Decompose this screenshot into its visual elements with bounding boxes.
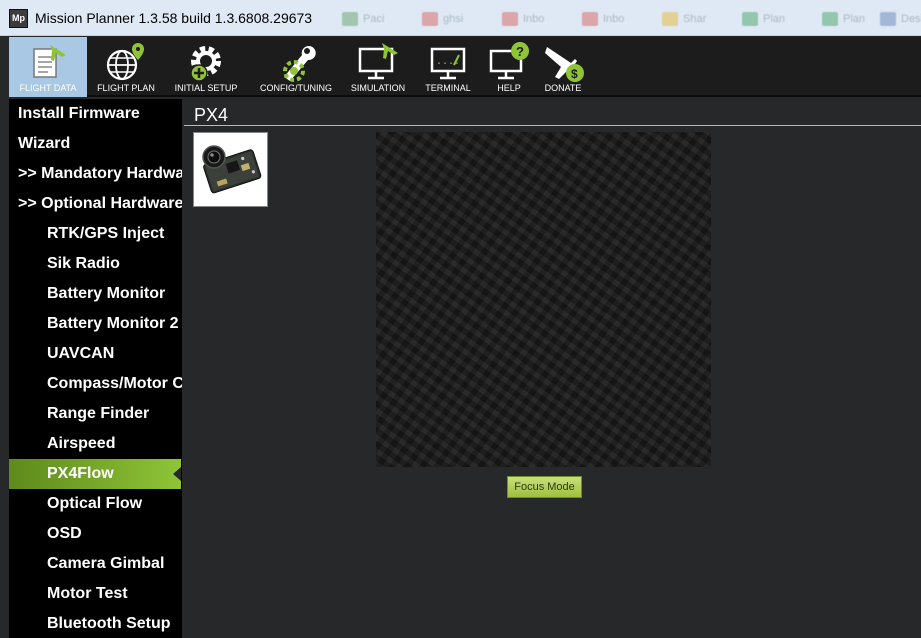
- toolbar-help-button[interactable]: ? HELP: [483, 37, 535, 97]
- donate-icon: $: [545, 47, 584, 82]
- app-logo-icon: Mp: [9, 9, 28, 28]
- config-tuning-icon: [283, 46, 316, 82]
- terminal-icon: ....: [430, 47, 466, 80]
- sidebar-item-osd[interactable]: OSD: [9, 519, 182, 549]
- toolbar-simulation-button[interactable]: SIMULATION: [343, 37, 413, 97]
- initial-setup-icon: [190, 46, 221, 82]
- title-divider: [184, 125, 921, 126]
- sidebar-item-mandatory-hardware[interactable]: >> Mandatory Hardware: [9, 159, 182, 189]
- flight-plan-icon: [106, 43, 144, 81]
- background-tab: Inbo: [502, 8, 544, 30]
- sidebar-item-camera-gimbal[interactable]: Camera Gimbal: [9, 549, 182, 579]
- focus-mode-button[interactable]: Focus Mode: [507, 476, 582, 498]
- px4flow-panel: PX4 Focus Mode: [182, 99, 921, 638]
- sidebar-item-uavcan[interactable]: UAVCAN: [9, 339, 182, 369]
- svg-text:$: $: [571, 67, 578, 81]
- toolbar-donate-button[interactable]: $ DONATE: [535, 37, 591, 97]
- sidebar-item-rtk-gps-inject[interactable]: RTK/GPS Inject: [9, 219, 182, 249]
- optical-flow-camera-view: [376, 132, 711, 467]
- background-tab: Plan: [742, 8, 785, 30]
- sidebar-item-optional-hardware[interactable]: >> Optional Hardware: [9, 189, 182, 219]
- background-tab: Plan: [822, 8, 865, 30]
- help-icon: ?: [489, 42, 529, 80]
- toolbar-config-tuning-button[interactable]: CONFIG/TUNING: [249, 37, 343, 97]
- sidebar-item-px4flow[interactable]: PX4Flow: [9, 459, 181, 489]
- toolbar-flight-data-button[interactable]: FLIGHT DATA: [9, 37, 87, 97]
- toolbar-label: DONATE: [544, 83, 582, 93]
- background-tab: Shar: [662, 8, 706, 30]
- toolbar-initial-setup-button[interactable]: INITIAL SETUP: [165, 37, 247, 97]
- background-tab: Inbo: [582, 8, 624, 30]
- window-titlebar: Mp Mission Planner 1.3.58 build 1.3.6808…: [0, 0, 921, 36]
- px4flow-board-image: [193, 132, 268, 207]
- setup-sidebar: Install Firmware Wizard >> Mandatory Har…: [9, 99, 182, 638]
- background-tab: ghsi: [422, 8, 463, 30]
- toolbar-label: CONFIG/TUNING: [260, 83, 332, 93]
- toolbar-label: TERMINAL: [425, 83, 471, 93]
- flight-data-icon: [33, 45, 66, 78]
- sidebar-item-bluetooth-setup[interactable]: Bluetooth Setup: [9, 609, 182, 638]
- toolbar-flight-plan-button[interactable]: FLIGHT PLAN: [87, 37, 165, 97]
- svg-text:?: ?: [516, 44, 524, 59]
- toolbar-terminal-button[interactable]: .... TERMINAL: [413, 37, 483, 97]
- sidebar-item-range-finder[interactable]: Range Finder: [9, 399, 182, 429]
- sidebar-item-install-firmware[interactable]: Install Firmware: [9, 99, 182, 129]
- main-toolbar: FLIGHT DATA FLIGHT PLAN INITIAL SETUP CO…: [9, 37, 921, 97]
- sidebar-item-wizard[interactable]: Wizard: [9, 129, 182, 159]
- page-title: PX4: [194, 105, 229, 125]
- sidebar-item-optical-flow[interactable]: Optical Flow: [9, 489, 182, 519]
- toolbar-label: FLIGHT DATA: [19, 83, 77, 93]
- background-tab: Paci: [342, 8, 384, 30]
- background-tab: Desi: [880, 8, 921, 30]
- simulation-icon: [358, 43, 398, 80]
- window-title: Mission Planner 1.3.58 build 1.3.6808.29…: [35, 10, 313, 26]
- sidebar-item-airspeed[interactable]: Airspeed: [9, 429, 182, 459]
- toolbar-label: INITIAL SETUP: [174, 83, 238, 93]
- sidebar-item-battery-monitor[interactable]: Battery Monitor: [9, 279, 182, 309]
- sidebar-item-battery-monitor-2[interactable]: Battery Monitor 2: [9, 309, 182, 339]
- sidebar-item-motor-test[interactable]: Motor Test: [9, 579, 182, 609]
- toolbar-label: FLIGHT PLAN: [97, 83, 155, 93]
- sidebar-item-compass-motor[interactable]: Compass/Motor Calib: [9, 369, 182, 399]
- toolbar-label: HELP: [497, 83, 521, 93]
- toolbar-label: SIMULATION: [350, 83, 406, 93]
- sidebar-item-sik-radio[interactable]: Sik Radio: [9, 249, 182, 279]
